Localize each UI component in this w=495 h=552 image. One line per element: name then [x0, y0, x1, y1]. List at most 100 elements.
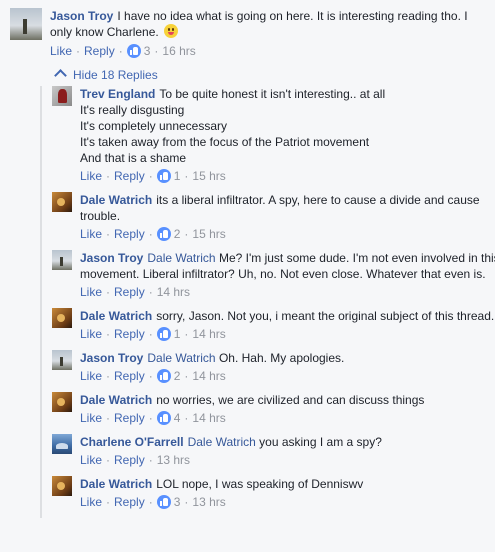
timestamp[interactable]: 13 hrs [157, 452, 190, 468]
like-link[interactable]: Like [50, 43, 72, 59]
mention-link[interactable]: Dale Watrich [147, 351, 215, 365]
reply-text-block: Jason Troy Dale Watrich Oh. Hah. My apolo… [80, 350, 495, 366]
reply-actions: Like · Reply · 13 hrs [80, 452, 495, 468]
avatar[interactable] [52, 86, 72, 106]
like-link[interactable]: Like [80, 368, 102, 384]
timestamp[interactable]: 15 hrs [192, 168, 225, 184]
like-reaction-icon[interactable] [156, 227, 171, 241]
reply-link[interactable]: Reply [84, 43, 115, 59]
like-reaction-icon[interactable] [156, 495, 171, 509]
avatar[interactable] [52, 192, 72, 212]
reply-author[interactable]: Dale Watrich [80, 393, 152, 407]
timestamp[interactable]: 14 hrs [192, 326, 225, 342]
reply-text-block: Dale Watrich no worries, we are civilized… [80, 392, 495, 408]
avatar[interactable] [52, 476, 72, 496]
avatar[interactable] [52, 350, 72, 370]
reply-body: Dale Watrich its a liberal infiltrator. A… [80, 192, 495, 242]
like-link[interactable]: Like [80, 284, 102, 300]
separator-dot: · [148, 369, 153, 383]
separator-dot: · [106, 453, 111, 467]
like-link[interactable]: Like [80, 452, 102, 468]
replies-list: Trev England To be quite honest it isn't … [40, 86, 495, 518]
like-count[interactable]: 3 [174, 494, 181, 510]
timestamp[interactable]: 16 hrs [162, 43, 195, 59]
comment-text-block: Jason Troy I have no idea what is going o… [50, 8, 489, 40]
like-count[interactable]: 1 [174, 326, 181, 342]
reply-text-line: To be quite honest it isn't interesting.… [159, 87, 386, 101]
separator-dot: · [148, 227, 153, 241]
reply-link[interactable]: Reply [114, 226, 145, 242]
reply-actions: Like · Reply · 1 · 15 hrs [80, 168, 495, 184]
avatar[interactable] [52, 250, 72, 270]
reply-link[interactable]: Reply [114, 494, 145, 510]
reply-author[interactable]: Jason Troy [80, 351, 143, 365]
reply-link[interactable]: Reply [114, 452, 145, 468]
reply-text-line: It's really disgusting [80, 103, 185, 117]
hide-replies-label: Hide 18 Replies [73, 68, 158, 82]
reply-body: Jason Troy Dale Watrich Me? I'm just some… [80, 250, 495, 300]
like-count[interactable]: 1 [174, 168, 181, 184]
reply-text-block: Charlene O'Farrell Dale Watrich you askin… [80, 434, 495, 450]
separator-dot: · [118, 44, 123, 58]
reply-text: Oh. Hah. My apologies. [218, 351, 345, 365]
reply-link[interactable]: Reply [114, 368, 145, 384]
separator-dot: · [106, 495, 111, 509]
reply-body: Trev England To be quite honest it isn't … [80, 86, 495, 184]
reply-item: Trev England To be quite honest it isn't … [52, 86, 495, 184]
avatar[interactable] [52, 392, 72, 412]
avatar[interactable] [52, 308, 72, 328]
reply-text: sorry, Jason. Not you, i meant the origi… [156, 309, 495, 323]
like-count[interactable]: 2 [174, 226, 181, 242]
like-link[interactable]: Like [80, 494, 102, 510]
mention-link[interactable]: Dale Watrich [188, 435, 256, 449]
separator-dot: · [184, 227, 189, 241]
timestamp[interactable]: 14 hrs [192, 410, 225, 426]
separator-dot: · [184, 169, 189, 183]
separator-dot: · [148, 411, 153, 425]
like-link[interactable]: Like [80, 410, 102, 426]
like-link[interactable]: Like [80, 326, 102, 342]
reply-link[interactable]: Reply [114, 410, 145, 426]
separator-dot: · [106, 227, 111, 241]
like-link[interactable]: Like [80, 226, 102, 242]
like-count[interactable]: 4 [174, 410, 181, 426]
like-reaction-icon[interactable] [156, 411, 171, 425]
reply-author[interactable]: Jason Troy [80, 251, 143, 265]
timestamp[interactable]: 14 hrs [192, 368, 225, 384]
reply-text-block: Dale Watrich LOL nope, I was speaking of … [80, 476, 495, 492]
timestamp[interactable]: 15 hrs [192, 226, 225, 242]
reply-author[interactable]: Trev England [80, 87, 155, 101]
comment-author[interactable]: Jason Troy [50, 9, 113, 23]
reply-author[interactable]: Dale Watrich [80, 193, 152, 207]
chevron-up-icon [54, 69, 67, 82]
reply-author[interactable]: Dale Watrich [80, 309, 152, 323]
reply-link[interactable]: Reply [114, 284, 145, 300]
separator-dot: · [106, 411, 111, 425]
reply-actions: Like · Reply · 2 · 15 hrs [80, 226, 495, 242]
avatar[interactable] [52, 434, 72, 454]
reply-link[interactable]: Reply [114, 168, 145, 184]
like-reaction-icon[interactable] [156, 369, 171, 383]
like-link[interactable]: Like [80, 168, 102, 184]
like-reaction-icon[interactable] [156, 327, 171, 341]
like-reaction-icon[interactable] [126, 44, 141, 58]
separator-dot: · [184, 369, 189, 383]
avatar[interactable] [10, 8, 42, 40]
like-count[interactable]: 3 [144, 43, 151, 59]
reply-text-line: It's taken away from the focus of the Pa… [80, 135, 370, 149]
like-reaction-icon[interactable] [156, 169, 171, 183]
reply-body: Dale Watrich LOL nope, I was speaking of … [80, 476, 495, 510]
reply-author[interactable]: Dale Watrich [80, 477, 152, 491]
timestamp[interactable]: 14 hrs [157, 284, 190, 300]
mention-link[interactable]: Dale Watrich [147, 251, 215, 265]
reply-actions: Like · Reply · 2 · 14 hrs [80, 368, 495, 384]
tongue-emoji-icon [164, 24, 179, 38]
reply-text-block: Trev England To be quite honest it isn't … [80, 86, 495, 166]
reply-body: Dale Watrich sorry, Jason. Not you, i mea… [80, 308, 495, 342]
reply-link[interactable]: Reply [114, 326, 145, 342]
reply-author[interactable]: Charlene O'Farrell [80, 435, 184, 449]
top-comment: Jason Troy I have no idea what is going o… [0, 0, 495, 59]
hide-replies-button[interactable]: Hide 18 Replies [54, 67, 158, 83]
timestamp[interactable]: 13 hrs [192, 494, 225, 510]
like-count[interactable]: 2 [174, 368, 181, 384]
